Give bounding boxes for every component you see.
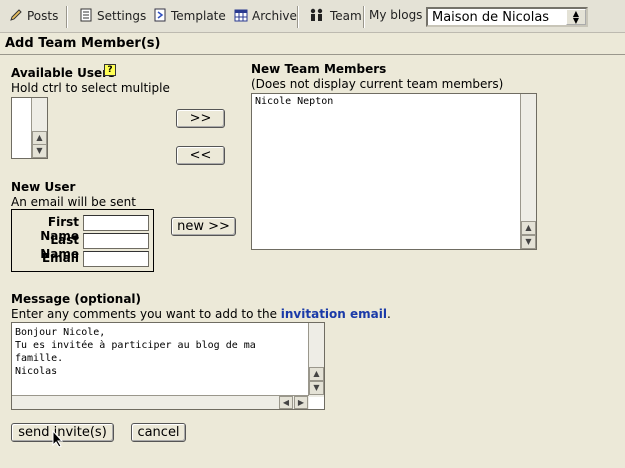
toolbar-divider	[66, 6, 67, 28]
archive-label: Archive	[252, 9, 297, 23]
message-hint-end: .	[386, 307, 391, 321]
available-users-scrollbar[interactable]: ▲ ▼	[31, 98, 47, 158]
list-item[interactable]: Nicole Nepton	[255, 96, 333, 107]
my-blogs-label: My blogs	[369, 8, 423, 22]
help-icon[interactable]: ?	[104, 64, 116, 76]
posts-label: Posts	[27, 9, 59, 23]
new-team-members-title: New Team Members	[251, 62, 387, 76]
new-team-members-subtitle: (Does not display current team members)	[251, 77, 504, 91]
settings-label: Settings	[97, 9, 147, 23]
add-to-team-button[interactable]: >>	[176, 109, 225, 128]
new-user-button[interactable]: new >>	[171, 217, 236, 236]
blog-select-value: Maison de Nicolas	[432, 10, 550, 25]
scroll-down-icon[interactable]: ▼	[32, 144, 47, 158]
posts-tab[interactable]: Posts	[9, 8, 58, 23]
mouse-cursor-icon	[52, 430, 64, 448]
message-text[interactable]: Bonjour Nicole, Tu es invitée à particip…	[15, 326, 256, 378]
scroll-up-icon[interactable]: ▲	[32, 131, 47, 145]
message-line: Nicolas	[15, 366, 58, 377]
template-label: Template	[171, 9, 226, 23]
toolbar-divider	[297, 6, 298, 28]
email-label: Email	[41, 251, 79, 265]
calendar-icon	[234, 9, 248, 22]
archive-tab[interactable]: Archive	[234, 8, 297, 23]
email-field[interactable]	[83, 251, 149, 267]
first-name-field[interactable]	[83, 215, 149, 231]
scroll-left-icon[interactable]: ◀	[279, 396, 293, 409]
page-title: Add Team Member(s)	[0, 33, 625, 55]
document-icon	[80, 8, 92, 22]
team-label: Team	[330, 9, 362, 23]
new-user-title: New User	[11, 180, 76, 194]
select-arrows-icon: ▲ ▼	[566, 9, 586, 25]
message-line: famille.	[15, 353, 64, 364]
template-tab[interactable]: Template	[153, 8, 226, 23]
invitation-email-link[interactable]: invitation email	[281, 307, 387, 321]
toolbar-divider	[363, 6, 364, 28]
available-users-hint: Hold ctrl to select multiple	[11, 81, 170, 95]
settings-tab[interactable]: Settings	[79, 8, 146, 23]
scroll-up-icon[interactable]: ▲	[521, 221, 536, 235]
scroll-down-icon[interactable]: ▼	[521, 235, 536, 249]
message-vertical-scrollbar[interactable]: ▲ ▼	[308, 323, 324, 397]
cancel-button[interactable]: cancel	[131, 423, 186, 442]
new-team-members-list[interactable]: Nicole Nepton ▲ ▼	[251, 93, 537, 250]
top-toolbar: Posts Settings Template Archive Team My …	[0, 0, 625, 33]
message-line: Bonjour Nicole,	[15, 327, 106, 338]
team-tab[interactable]: Team	[308, 8, 362, 23]
available-users-title: Available Users	[11, 66, 116, 80]
message-line: Tu es invitée à participer au blog de ma	[15, 340, 256, 351]
new-user-hint: An email will be sent	[11, 195, 136, 209]
last-name-field[interactable]	[83, 233, 149, 249]
new-user-form: First Name Last Name Email	[11, 209, 154, 272]
blog-select[interactable]: Maison de Nicolas ▲ ▼	[426, 7, 588, 27]
message-title: Message (optional)	[11, 292, 142, 306]
remove-from-team-button[interactable]: <<	[176, 146, 225, 165]
template-icon	[154, 8, 166, 22]
available-users-list[interactable]: ▲ ▼	[11, 97, 48, 159]
scroll-right-icon[interactable]: ▶	[294, 396, 308, 409]
scroll-down-icon[interactable]: ▼	[309, 381, 324, 395]
message-hint: Enter any comments you want to add to th…	[11, 307, 391, 321]
message-hint-text: Enter any comments you want to add to th…	[11, 307, 281, 321]
pencil-icon	[10, 9, 22, 21]
scroll-up-icon[interactable]: ▲	[309, 367, 324, 381]
message-horizontal-scrollbar[interactable]: ◀ ▶	[12, 395, 309, 409]
message-textarea[interactable]: Bonjour Nicole, Tu es invitée à particip…	[11, 322, 325, 410]
team-members-scrollbar[interactable]: ▲ ▼	[520, 94, 536, 249]
team-icon	[310, 8, 323, 21]
